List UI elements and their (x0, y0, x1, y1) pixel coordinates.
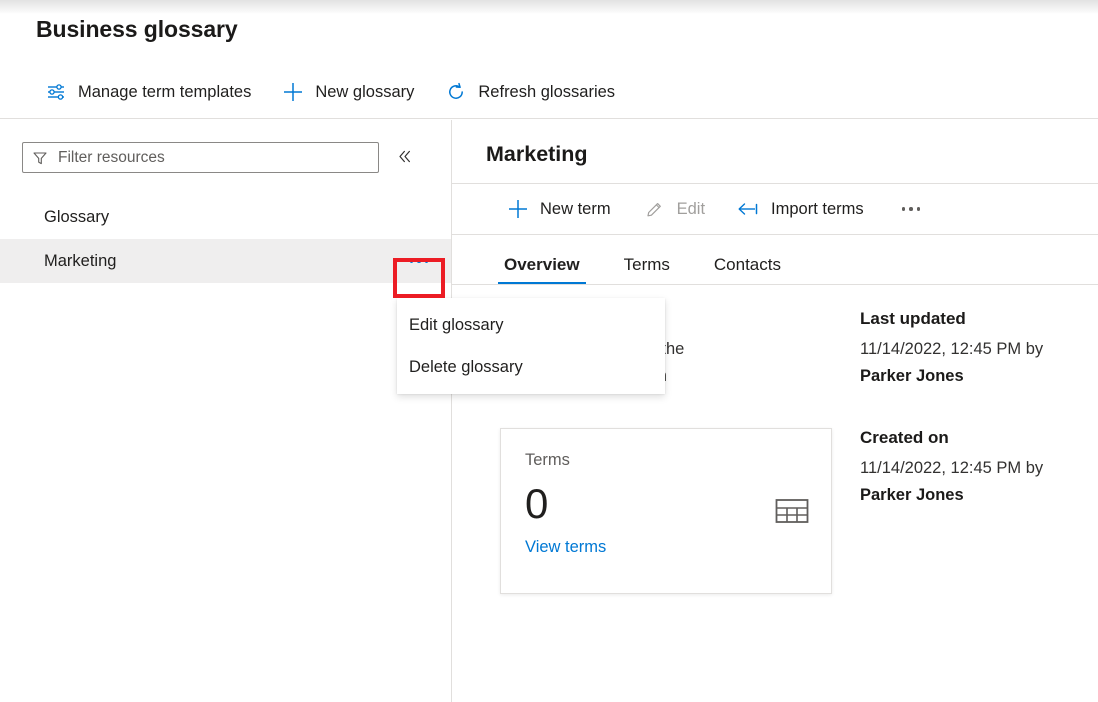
last-updated-field: Last updated 11/14/2022, 12:45 PM by Par… (860, 309, 1098, 390)
last-updated-timestamp: 11/14/2022, 12:45 PM by (860, 340, 1043, 358)
import-terms-label: Import terms (771, 200, 864, 219)
sidebar-item-more-cell (393, 241, 445, 281)
created-on-field: Created on 11/14/2022, 12:45 PM by Parke… (860, 428, 1098, 509)
edit-button[interactable]: Edit (635, 189, 713, 229)
global-command-bar: Manage term templates New glossary Refre… (0, 66, 1098, 119)
menu-item-label: Delete glossary (409, 358, 523, 377)
tab-contacts[interactable]: Contacts (708, 254, 787, 284)
tab-overview[interactable]: Overview (498, 254, 586, 284)
table-grid-icon (775, 497, 809, 532)
last-updated-user: Parker Jones (860, 367, 964, 385)
new-glossary-button[interactable]: New glossary (273, 72, 422, 112)
edit-label: Edit (677, 200, 705, 219)
created-on-user: Parker Jones (860, 486, 964, 504)
last-updated-label: Last updated (860, 309, 1098, 329)
new-term-button[interactable]: New term (498, 189, 619, 229)
created-on-value: 11/14/2022, 12:45 PM by Parker Jones (860, 455, 1075, 509)
collapse-sidebar-button[interactable] (389, 143, 419, 173)
tab-label: Terms (624, 255, 670, 274)
menu-item-delete-glossary[interactable]: Delete glossary (397, 346, 665, 388)
ellipsis-icon (410, 259, 429, 263)
new-glossary-label: New glossary (315, 83, 414, 102)
view-terms-link[interactable]: View terms (525, 538, 606, 557)
glossary-title: Marketing (452, 120, 1098, 167)
filter-row (0, 120, 451, 173)
sidebar-item-glossary[interactable]: Glossary (0, 195, 451, 239)
tab-terms[interactable]: Terms (618, 254, 676, 284)
import-arrow-icon (737, 197, 761, 221)
filter-resources-box[interactable] (22, 142, 379, 173)
filter-resources-input[interactable] (58, 149, 369, 167)
glossary-tree: Glossary Marketing (0, 195, 451, 283)
created-on-label: Created on (860, 428, 1098, 448)
detail-overflow-button[interactable] (894, 189, 929, 229)
sidebar-item-label: Glossary (44, 208, 109, 227)
glossary-more-options-button[interactable] (399, 247, 439, 275)
tab-label: Contacts (714, 255, 781, 274)
menu-item-label: Edit glossary (409, 316, 503, 335)
window-chrome-gradient (0, 0, 1098, 14)
plus-icon (281, 80, 305, 104)
refresh-glossaries-label: Refresh glossaries (478, 83, 615, 102)
sidebar-item-label: Marketing (44, 252, 116, 271)
last-updated-value: 11/14/2022, 12:45 PM by Parker Jones (860, 336, 1075, 390)
new-term-label: New term (540, 200, 611, 219)
page-title: Business glossary (36, 16, 238, 43)
terms-card-count: 0 (525, 480, 807, 528)
import-terms-button[interactable]: Import terms (729, 189, 872, 229)
refresh-glossaries-button[interactable]: Refresh glossaries (436, 72, 623, 112)
sidebar-item-marketing[interactable]: Marketing (0, 239, 451, 283)
terms-card-title: Terms (525, 451, 807, 470)
manage-term-templates-label: Manage term templates (78, 83, 251, 102)
funnel-icon (32, 150, 48, 166)
overview-right-column: Last updated 11/14/2022, 12:45 PM by Par… (800, 309, 1098, 594)
plus-icon (506, 197, 530, 221)
refresh-icon (444, 80, 468, 104)
ellipsis-icon (902, 207, 921, 211)
created-on-timestamp: 11/14/2022, 12:45 PM by (860, 459, 1043, 477)
menu-item-edit-glossary[interactable]: Edit glossary (397, 304, 665, 346)
pencil-icon (643, 197, 667, 221)
sliders-icon (44, 80, 68, 104)
terms-card: Terms 0 View terms (500, 428, 832, 594)
glossary-detail-panel: Marketing New term Edit (452, 120, 1098, 702)
resources-sidebar: Glossary Marketing (0, 120, 451, 702)
tab-label: Overview (504, 255, 580, 274)
manage-term-templates-button[interactable]: Manage term templates (36, 72, 259, 112)
detail-command-bar: New term Edit Import terms (452, 183, 1098, 235)
detail-tabs: Overview Terms Contacts (452, 237, 1098, 285)
chevron-double-left-icon (396, 148, 413, 168)
glossary-context-menu: Edit glossary Delete glossary (397, 298, 665, 394)
